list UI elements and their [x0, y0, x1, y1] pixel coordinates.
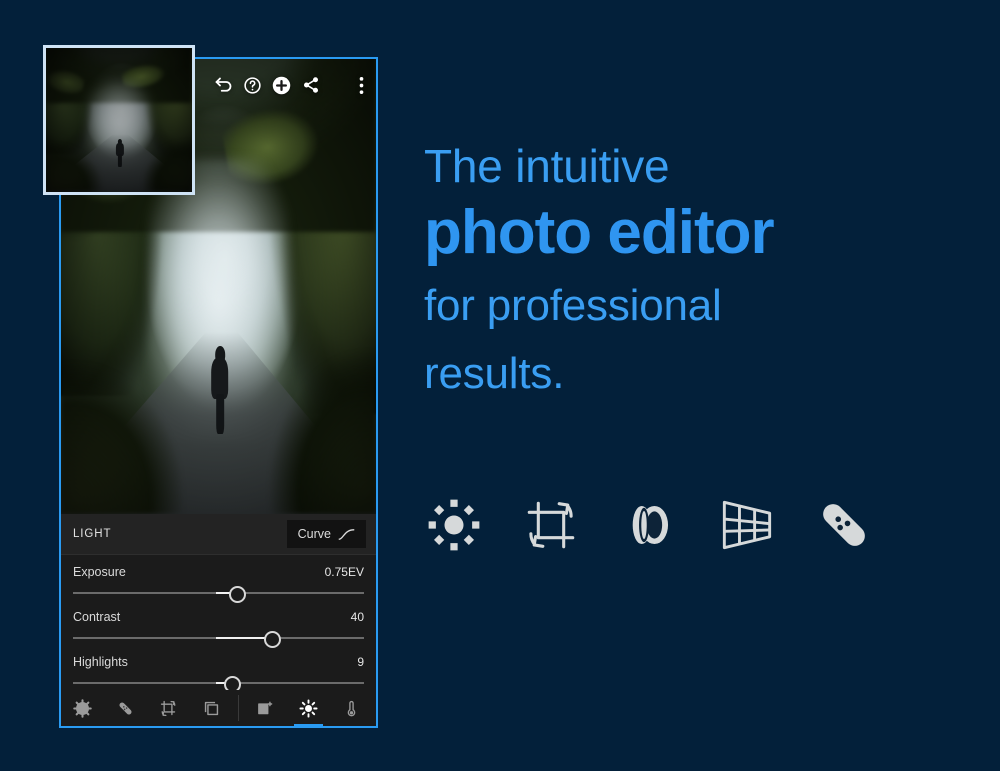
- crop-rotate-icon: [522, 494, 582, 556]
- curve-button[interactable]: Curve: [286, 520, 366, 548]
- slider-label: Contrast: [73, 610, 121, 624]
- healing-brush-icon[interactable]: [104, 690, 147, 726]
- bottom-toolbar-left-group: [61, 690, 233, 726]
- headline-line-4: results.: [424, 349, 565, 398]
- slider-track[interactable]: [73, 631, 364, 648]
- slider-track[interactable]: [73, 586, 364, 603]
- thumbnail-image: [46, 48, 192, 192]
- add-icon[interactable]: [267, 68, 296, 102]
- panel-title: LIGHT: [73, 528, 112, 540]
- headline-line-1: The intuitive: [424, 140, 670, 192]
- feature-icon-row: [424, 487, 874, 563]
- healing-patch-icon: [814, 494, 874, 556]
- slider-exposure[interactable]: Exposure 0.75EV: [73, 555, 364, 603]
- curve-icon: [338, 528, 355, 540]
- slider-label: Highlights: [73, 655, 128, 669]
- undo-icon[interactable]: [209, 68, 238, 102]
- more-options-icon[interactable]: [347, 68, 376, 102]
- crop-rotate-icon[interactable]: [147, 690, 190, 726]
- slider-value: 40: [350, 610, 364, 624]
- panel-header: LIGHT Curve: [61, 514, 376, 555]
- lens-optics-icon: [619, 494, 679, 556]
- slider-value: 9: [357, 655, 364, 669]
- toolbar-divider: [238, 695, 239, 721]
- marketing-copy: The intuitive photo editor for professio…: [424, 138, 944, 408]
- layers-icon[interactable]: [190, 690, 233, 726]
- slider-label: Exposure: [73, 565, 126, 579]
- color-temperature-icon[interactable]: [330, 690, 373, 726]
- editor-bottom-toolbar: [61, 690, 376, 726]
- headline-line-3: for professional: [424, 281, 722, 330]
- bottom-toolbar-right-group: [244, 690, 373, 726]
- promo-screenshot: LIGHT Curve Exposure 0.75EV Contrast 40 …: [0, 0, 1000, 771]
- headline-line-2: photo editor: [424, 198, 775, 267]
- perspective-grid-icon: [717, 494, 777, 556]
- slider-value: 0.75EV: [324, 565, 364, 579]
- share-icon[interactable]: [296, 68, 325, 102]
- brightness-sun-icon: [424, 494, 484, 556]
- original-photo-thumbnail[interactable]: [43, 45, 195, 195]
- slider-contrast[interactable]: Contrast 40: [73, 600, 364, 648]
- curve-button-label: Curve: [297, 527, 331, 541]
- help-icon[interactable]: [238, 68, 267, 102]
- light-sun-icon[interactable]: [287, 690, 330, 726]
- slider-track[interactable]: [73, 676, 364, 693]
- image-effects-icon[interactable]: [244, 690, 287, 726]
- slider-highlights[interactable]: Highlights 9: [73, 645, 364, 693]
- presets-icon[interactable]: [61, 690, 104, 726]
